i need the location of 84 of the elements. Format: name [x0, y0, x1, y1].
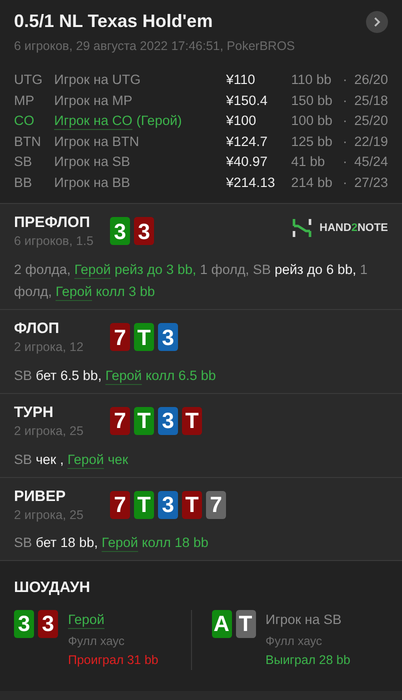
action-line: SB бет 18 bb, Герой колл 18 bb — [14, 534, 210, 552]
showdown-title: ШОУДАУН — [14, 578, 92, 598]
playing-card: T — [182, 490, 202, 519]
player-stats: 25/20 — [354, 112, 388, 130]
street-info: 2 игрока, 25 — [14, 422, 84, 440]
playing-card: 3 — [14, 610, 34, 638]
playing-card: T — [134, 490, 154, 519]
separator-dot: · — [342, 132, 348, 151]
action-line: SB бет 6.5 bb, Герой колл 6.5 bb — [14, 366, 217, 385]
stack-amount: ¥110 — [226, 70, 256, 89]
player-name: Игрок на SB — [54, 153, 130, 172]
stack-amount: ¥40.97 — [226, 153, 268, 172]
position-label: MP — [14, 92, 36, 110]
playing-card: 3 — [134, 217, 154, 246]
position-label: BTN — [14, 132, 42, 151]
player-stats: 45/24 — [354, 153, 388, 172]
separator-dot: · — [342, 153, 348, 172]
stack-bb: 125 bb — [291, 132, 334, 151]
action-line: SB чек , Герой чек — [14, 450, 130, 469]
player-stats: 22/19 — [354, 132, 388, 151]
player-name[interactable]: Игрок на CO — [54, 111, 132, 132]
player-name: Игрок на BB — [54, 174, 130, 192]
separator-dot: · — [342, 112, 348, 130]
stack-bb: 214 bb — [291, 174, 334, 192]
stack-bb: 110 bb — [291, 70, 332, 89]
hero-tag: (Герой) — [136, 111, 182, 132]
hero-link[interactable]: Герой — [67, 452, 104, 467]
action-line: 2 фолда, Герой рейз до 3 bb, 1 фолд, SB рейз до 6 bb, 1 фолд, Герой колл 3 bb — [14, 261, 369, 302]
playing-card: 3 — [158, 323, 178, 352]
player-stats: 27/23 — [354, 174, 388, 192]
logo-text: HAND2NOTE — [320, 221, 388, 236]
separator-dot: · — [342, 174, 348, 192]
result-text: Выиграл 28 bb — [266, 652, 350, 670]
playing-card: 7 — [110, 490, 130, 519]
playing-card: 3 — [158, 490, 178, 519]
hero-link[interactable]: Герой — [105, 368, 142, 383]
separator-dot: · — [342, 70, 348, 89]
hand-subtitle: 6 игроков, 29 августа 2022 17:46:51, PokerBROS — [14, 38, 296, 55]
playing-card: T — [182, 406, 202, 435]
player-stats: 26/20 — [354, 70, 388, 89]
playing-card: 3 — [38, 610, 58, 638]
playing-card: 7 — [110, 323, 130, 352]
stack-bb: 100 bb — [291, 112, 334, 130]
chevron-right-icon[interactable] — [366, 10, 388, 32]
stack-amount: ¥214.13 — [226, 174, 276, 192]
stack-bb: 150 bb — [291, 92, 334, 110]
playing-card: T — [236, 610, 256, 638]
stack-amount: ¥124.7 — [226, 132, 268, 151]
position-label: CO — [14, 112, 36, 130]
street-title: РИВЕР — [14, 488, 67, 506]
playing-card: A — [212, 610, 232, 638]
playing-card: 7 — [110, 406, 130, 435]
player-name: Игрок на SB — [266, 610, 342, 629]
position-label: BB — [14, 174, 34, 192]
playing-card: 7 — [206, 490, 226, 519]
stack-amount: ¥150.4 — [226, 92, 268, 110]
hand-rank: Фулл хаус — [266, 633, 323, 650]
hero-link[interactable]: Герой — [56, 284, 92, 300]
street-title: ТУРН — [14, 404, 54, 422]
stack-amount: ¥100 — [226, 112, 258, 130]
hero-link[interactable]: Герой — [102, 535, 138, 550]
street-title: ФЛОП — [14, 320, 60, 338]
playing-card: T — [134, 406, 154, 435]
logo-icon — [292, 218, 312, 238]
street-title: ПРЕФЛОП — [14, 214, 91, 232]
hero-link[interactable]: Герой — [74, 262, 111, 278]
stack-bb: 41 bb — [291, 153, 326, 172]
result-text: Проиграл 31 bb — [68, 652, 158, 670]
street-info: 6 игроков, 1.5 — [14, 233, 94, 250]
player-name[interactable]: Герой — [68, 610, 104, 630]
separator-dot: · — [342, 92, 348, 110]
position-label: SB — [14, 153, 34, 172]
street-info: 2 игрока, 12 — [14, 339, 84, 356]
playing-card: 3 — [110, 217, 130, 246]
player-stats: 25/18 — [354, 92, 388, 110]
position-label: UTG — [14, 70, 44, 89]
player-name: Игрок на BTN — [54, 132, 140, 151]
playing-card: 3 — [158, 406, 178, 435]
player-name: Игрок на MP — [54, 92, 132, 110]
street-info: 2 игрока, 25 — [14, 506, 84, 524]
player-name: Игрок на UTG — [54, 70, 141, 89]
hand-title: 0.5/1 NL Texas Hold'em — [14, 10, 213, 33]
playing-card: T — [134, 323, 154, 352]
hand-rank: Фулл хаус — [68, 633, 126, 650]
